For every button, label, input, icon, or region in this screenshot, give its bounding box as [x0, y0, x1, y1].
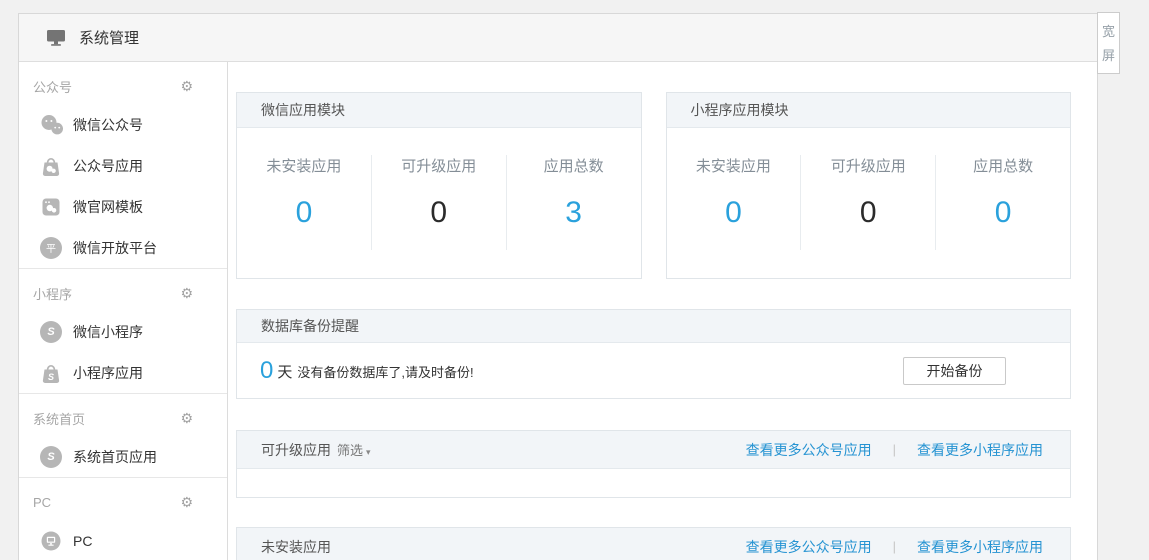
sidebar-item-pc[interactable]: PC [19, 520, 227, 560]
gear-icon[interactable]: ⚙ [180, 286, 193, 300]
bag-wechat-icon [40, 155, 62, 177]
card-title: 微信应用模块 [237, 93, 641, 128]
section-title: PC [33, 495, 51, 510]
sidebar-item-label: 公众号应用 [73, 156, 143, 176]
chevron-down-icon: ▾ [366, 447, 371, 457]
section-title: 未安装应用 [261, 537, 331, 557]
widescreen-toggle-tab[interactable]: 宽屏 [1097, 12, 1120, 74]
stat-uninstalled: 未安装应用 0 [667, 155, 801, 250]
gear-icon[interactable]: ⚙ [180, 411, 193, 425]
sidebar-item-label: 微信开放平台 [73, 238, 157, 258]
more-miniprogram-apps-link[interactable]: 查看更多小程序应用 [917, 537, 1043, 557]
upgradable-apps-section: 可升级应用 筛选▾ 查看更多公众号应用 | 查看更多小程序应用 [236, 430, 1071, 498]
sidebar-item-miniprogram-apps[interactable]: S 小程序应用 [19, 352, 227, 393]
more-miniprogram-apps-link[interactable]: 查看更多小程序应用 [917, 440, 1043, 460]
sidebar-section-official-account: 公众号 ⚙ 微信公众号 [19, 62, 227, 269]
sidebar-section-miniprogram: 小程序 ⚙ S 微信小程序 S [19, 269, 227, 394]
stat-value: 0 [372, 196, 506, 230]
admin-panel: 系统管理 公众号 ⚙ [18, 13, 1098, 560]
open-platform-icon: 平 [40, 237, 62, 259]
main-content: 微信应用模块 未安装应用 0 可升级应用 0 应用总数 3 [228, 62, 1097, 560]
miniprogram-module-card: 小程序应用模块 未安装应用 0 可升级应用 0 应用总数 0 [666, 92, 1072, 279]
home-app-circle-icon: S [40, 446, 62, 468]
sidebar-item-open-platform[interactable]: 平 微信开放平台 [19, 227, 227, 268]
topbar: 系统管理 [19, 14, 1097, 62]
card-title: 小程序应用模块 [667, 93, 1071, 128]
sidebar-item-official-apps[interactable]: 公众号应用 [19, 145, 227, 186]
section-title: 系统首页 [33, 409, 85, 428]
monitor-icon [46, 29, 66, 47]
section-title: 小程序 [33, 284, 72, 303]
db-backup-card: 数据库备份提醒 0 天 没有备份数据库了,请及时备份! 开始备份 [236, 309, 1071, 399]
start-backup-button[interactable]: 开始备份 [903, 357, 1006, 385]
sidebar-section-pc: PC ⚙ PC [19, 478, 227, 560]
gear-icon[interactable]: ⚙ [180, 495, 193, 509]
sidebar-item-label: 系统首页应用 [73, 447, 157, 467]
template-wechat-icon [40, 196, 62, 218]
stat-value: 0 [237, 196, 371, 230]
section-title: 公众号 [33, 77, 72, 96]
card-title: 数据库备份提醒 [237, 310, 1070, 343]
wechat-module-card: 微信应用模块 未安装应用 0 可升级应用 0 应用总数 3 [236, 92, 642, 279]
sidebar-item-label: PC [73, 533, 92, 549]
uninstalled-apps-section: 未安装应用 查看更多公众号应用 | 查看更多小程序应用 [236, 527, 1071, 560]
upgradable-apps-empty-list [237, 469, 1070, 497]
sidebar-item-label: 微官网模板 [73, 197, 143, 217]
stat-value: 3 [507, 196, 641, 230]
more-official-apps-link[interactable]: 查看更多公众号应用 [746, 440, 872, 460]
stat-value: 0 [801, 196, 935, 230]
sidebar-item-system-home-apps[interactable]: S 系统首页应用 [19, 436, 227, 477]
backup-message: 没有备份数据库了,请及时备份! [297, 362, 473, 381]
stat-uninstalled: 未安装应用 0 [237, 155, 371, 250]
sidebar-item-wechat-miniprogram[interactable]: S 微信小程序 [19, 311, 227, 352]
sidebar-item-wechat-official[interactable]: 微信公众号 [19, 104, 227, 145]
bag-miniprogram-icon: S [40, 362, 62, 384]
stat-value: 0 [667, 196, 801, 230]
backup-days-count: 0 [260, 357, 273, 385]
sidebar: 公众号 ⚙ 微信公众号 [19, 62, 228, 560]
miniprogram-circle-icon: S [40, 321, 62, 343]
stat-value: 0 [936, 196, 1070, 230]
sidebar-item-label: 微信小程序 [73, 322, 143, 342]
section-title: 可升级应用 [261, 440, 331, 460]
sidebar-section-system-home: 系统首页 ⚙ S 系统首页应用 [19, 394, 227, 478]
stat-upgradable: 可升级应用 0 [800, 155, 935, 250]
sidebar-item-label: 小程序应用 [73, 363, 143, 383]
filter-dropdown[interactable]: 筛选▾ [337, 440, 371, 459]
svg-text:S: S [48, 372, 54, 382]
stat-total: 应用总数 0 [935, 155, 1070, 250]
link-separator: | [893, 442, 896, 457]
more-official-apps-link[interactable]: 查看更多公众号应用 [746, 537, 872, 557]
stat-total: 应用总数 3 [506, 155, 641, 250]
page-title: 系统管理 [79, 27, 139, 48]
stat-upgradable: 可升级应用 0 [371, 155, 506, 250]
backup-days-unit: 天 [277, 361, 292, 382]
pc-monitor-icon [40, 530, 62, 552]
wechat-icon [40, 114, 62, 136]
link-separator: | [893, 539, 896, 554]
sidebar-item-micro-site-template[interactable]: 微官网模板 [19, 186, 227, 227]
gear-icon[interactable]: ⚙ [180, 79, 193, 93]
sidebar-item-label: 微信公众号 [73, 115, 143, 135]
